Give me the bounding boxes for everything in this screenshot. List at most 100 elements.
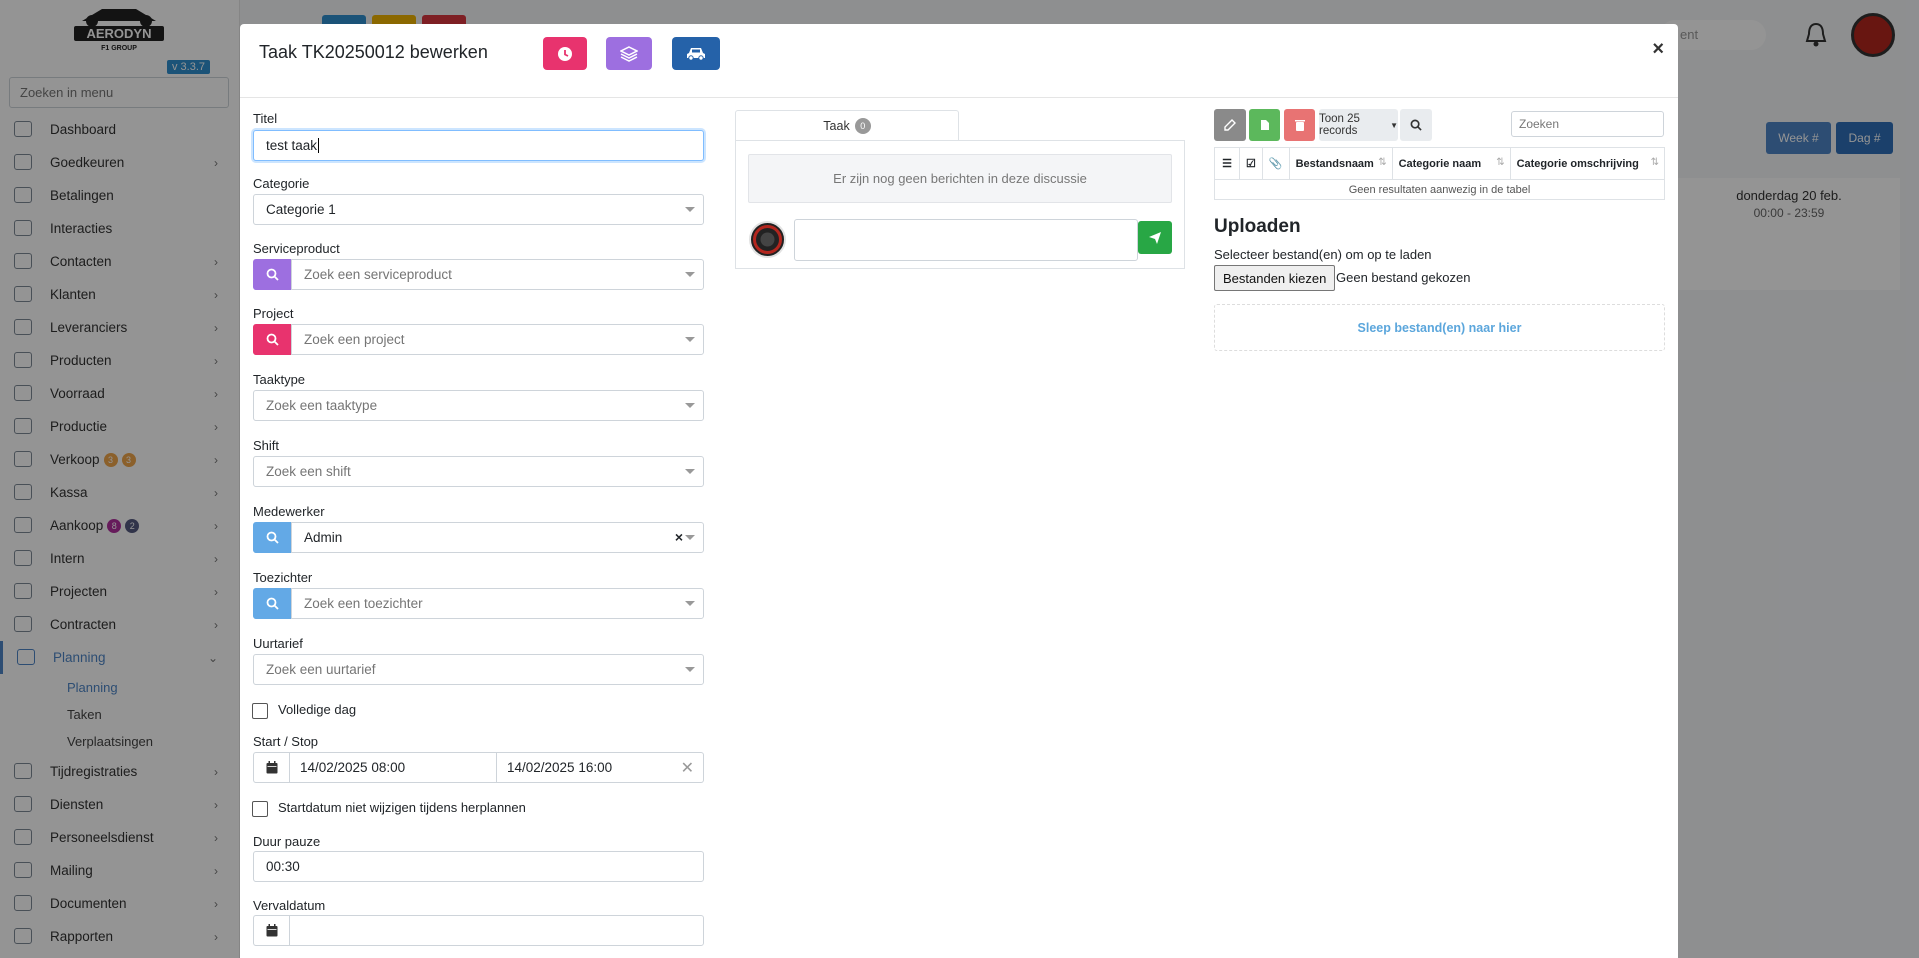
- sort-icon: ⇅: [1378, 157, 1387, 168]
- layers-button[interactable]: [606, 37, 652, 70]
- message-input[interactable]: [794, 219, 1138, 261]
- travel-button[interactable]: [672, 37, 720, 70]
- tab-taak[interactable]: Taak 0: [735, 110, 959, 141]
- search-icon: [266, 268, 279, 281]
- startdatum-label: Startdatum niet wijzigen tijdens herplan…: [278, 800, 526, 815]
- startdatum-checkbox[interactable]: [252, 801, 268, 817]
- duur-pauze-input[interactable]: 00:30: [253, 851, 704, 882]
- close-icon[interactable]: ×: [1652, 38, 1664, 61]
- edit-icon: [1224, 119, 1236, 131]
- project-label: Project: [253, 306, 294, 321]
- shift-select[interactable]: Zoek een shift: [253, 456, 704, 487]
- categorie-select[interactable]: Categorie 1: [253, 194, 704, 225]
- new-file-button[interactable]: [1249, 109, 1280, 141]
- medewerker-search-button[interactable]: [253, 522, 291, 553]
- medewerker-value: Admin: [304, 530, 343, 545]
- medewerker-select[interactable]: Admin ×: [291, 522, 704, 553]
- car-icon: [687, 47, 705, 61]
- uurtarief-select[interactable]: Zoek een uurtarief: [253, 654, 704, 685]
- serviceproduct-placeholder: Zoek een serviceproduct: [304, 267, 452, 282]
- column-categorie-omschrijving[interactable]: Categorie omschrijving ⇅: [1509, 147, 1666, 180]
- project-select[interactable]: Zoek een project: [291, 324, 704, 355]
- chat-avatar: [749, 221, 786, 258]
- search-icon: [266, 333, 279, 346]
- edit-file-button[interactable]: [1214, 109, 1246, 141]
- discussion-empty-message: Er zijn nog geen berichten in deze discu…: [748, 154, 1172, 203]
- list-icon: ☰: [1222, 158, 1232, 170]
- start-datetime-input[interactable]: 14/02/2025 08:00: [289, 752, 497, 783]
- duur-pauze-value: 00:30: [266, 859, 300, 874]
- file-drop-zone[interactable]: Sleep bestand(en) naar hier: [1214, 304, 1665, 351]
- chevron-down-icon: [685, 337, 695, 342]
- categorie-label: Categorie: [253, 176, 310, 191]
- table-empty-message: Geen resultaten aanwezig in de tabel: [1214, 179, 1665, 200]
- serviceproduct-select[interactable]: Zoek een serviceproduct: [291, 259, 704, 290]
- trash-icon: [1294, 120, 1305, 131]
- chevron-down-icon: [685, 667, 695, 672]
- vervaldatum-input[interactable]: [289, 915, 704, 946]
- clear-icon[interactable]: ✕: [681, 758, 694, 778]
- modal-title: Taak TK20250012 bewerken: [259, 42, 488, 62]
- file-icon: [1260, 120, 1269, 130]
- upload-title: Uploaden: [1214, 216, 1301, 237]
- delete-file-button[interactable]: [1284, 109, 1315, 141]
- column-categorie-naam[interactable]: Categorie naam ⇅: [1391, 147, 1511, 180]
- vervaldatum-label: Vervaldatum: [253, 898, 326, 913]
- shift-placeholder: Zoek een shift: [266, 464, 351, 479]
- paperclip-icon: 📎: [1268, 158, 1283, 170]
- serviceproduct-label: Serviceproduct: [253, 241, 340, 256]
- column-list[interactable]: ☰: [1214, 147, 1240, 180]
- chevron-down-icon: [685, 207, 695, 212]
- column-categorie-omschrijving-label: Categorie omschrijving: [1516, 157, 1639, 170]
- tab-taak-label: Taak: [823, 119, 850, 133]
- uurtarief-placeholder: Zoek een uurtarief: [266, 662, 376, 677]
- discussion-panel: Er zijn nog geen berichten in deze discu…: [735, 140, 1185, 269]
- choose-files-button[interactable]: Bestanden kiezen: [1214, 265, 1336, 291]
- clear-icon[interactable]: ×: [675, 529, 683, 545]
- toezichter-search-button[interactable]: [253, 588, 291, 619]
- files-search-input[interactable]: Zoeken: [1511, 111, 1664, 137]
- table-row: Geen resultaten aanwezig in de tabel: [1214, 179, 1665, 200]
- check-square-icon: ☑: [1246, 158, 1256, 170]
- serviceproduct-search-button[interactable]: [253, 259, 291, 290]
- records-per-page-select[interactable]: Toon 25 records ▼: [1319, 109, 1398, 141]
- time-registration-button[interactable]: [543, 37, 587, 70]
- search-icon: [266, 597, 279, 610]
- toezichter-select[interactable]: Zoek een toezichter: [291, 588, 704, 619]
- table-search-button[interactable]: [1400, 109, 1432, 141]
- column-select[interactable]: ☑: [1239, 147, 1263, 180]
- taaktype-label: Taaktype: [253, 372, 306, 387]
- volledige-dag-checkbox[interactable]: [252, 703, 268, 719]
- start-stop-label: Start / Stop: [253, 734, 319, 749]
- project-search-button[interactable]: [253, 324, 291, 355]
- files-table: ☰ ☑ 📎 Bestandsnaam ⇅ Categorie naam ⇅ Cate…: [1214, 147, 1666, 200]
- stop-datetime-value: 14/02/2025 16:00: [507, 760, 613, 775]
- start-calendar-button[interactable]: [253, 752, 289, 783]
- tab-taak-count: 0: [854, 118, 871, 134]
- chevron-down-icon: [685, 469, 695, 474]
- chevron-down-icon: [685, 272, 695, 277]
- send-message-button[interactable]: [1138, 221, 1172, 254]
- edit-task-modal: Taak TK20250012 bewerken × Titel test ta…: [240, 24, 1678, 958]
- medewerker-label: Medewerker: [253, 504, 325, 519]
- taaktype-select[interactable]: Zoek een taaktype: [253, 390, 704, 421]
- taaktype-placeholder: Zoek een taaktype: [266, 398, 378, 413]
- duur-pauze-label: Duur pauze: [253, 834, 321, 849]
- no-file-chosen-text: Geen bestand gekozen: [1336, 270, 1471, 285]
- shift-label: Shift: [253, 438, 280, 453]
- titel-label: Titel: [253, 111, 278, 126]
- titel-input[interactable]: test taak: [253, 130, 704, 161]
- modal-header: Taak TK20250012 bewerken ×: [240, 24, 1678, 98]
- search-icon: [266, 531, 279, 544]
- start-datetime-value: 14/02/2025 08:00: [300, 760, 406, 775]
- chevron-down-icon: [685, 535, 695, 540]
- stop-datetime-input[interactable]: 14/02/2025 16:00 ✕: [497, 752, 704, 783]
- sort-icon: ⇅: [1496, 157, 1505, 168]
- upload-instruction: Selecteer bestand(en) om op te laden: [1214, 247, 1432, 262]
- vervaldatum-calendar-button[interactable]: [253, 915, 289, 946]
- titel-value: test taak: [266, 138, 318, 153]
- column-attachment[interactable]: 📎: [1261, 147, 1290, 180]
- column-bestandsnaam[interactable]: Bestandsnaam ⇅: [1288, 147, 1393, 180]
- sort-icon: ⇅: [1650, 157, 1659, 168]
- uurtarief-label: Uurtarief: [253, 636, 303, 651]
